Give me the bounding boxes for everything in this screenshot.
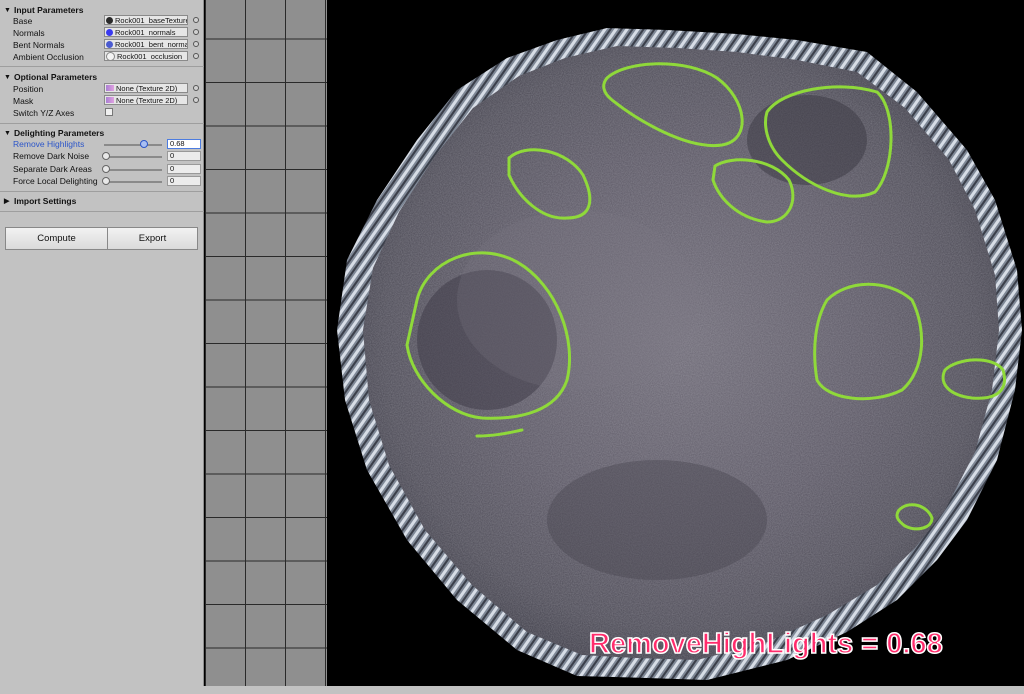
expand-triangle-icon: ▼ [4, 73, 11, 81]
mask-texture-field[interactable]: None (Texture 2D) [104, 95, 188, 105]
object-picker-icon[interactable] [193, 53, 199, 59]
ambient-occlusion-label: Ambient Occlusion [13, 52, 84, 62]
ambient-occlusion-texture-field[interactable]: Rock001_occlusion [104, 51, 188, 61]
dark-patch [547, 460, 767, 580]
separate-dark-areas-field[interactable]: 0 [167, 164, 201, 174]
base-label: Base [13, 16, 33, 26]
separate-dark-areas-slider-thumb[interactable] [102, 165, 110, 173]
light-patch [457, 210, 697, 390]
import-settings-header[interactable]: ▶ Import Settings [4, 196, 76, 206]
expand-triangle-icon: ▼ [4, 6, 11, 14]
separate-dark-areas-label: Separate Dark Areas [13, 164, 92, 174]
switch-yz-checkbox[interactable] [105, 108, 113, 116]
delighting-parameters-header[interactable]: ▼ Delighting Parameters [4, 128, 104, 138]
object-picker-icon[interactable] [193, 41, 199, 47]
texture-thumbnail-icon [106, 52, 115, 60]
normals-label: Normals [13, 28, 45, 38]
remove-highlights-field[interactable]: 0.68 [167, 139, 201, 149]
inspector-panel: ▼ Input Parameters Base Rock001_baseText… [0, 0, 204, 694]
bent-normals-texture-field[interactable]: Rock001_bent_normals [104, 39, 188, 49]
remove-highlights-caption: RemoveHighLights = 0.68 [588, 627, 943, 661]
status-strip [0, 686, 1024, 694]
separate-dark-areas-slider-track[interactable] [104, 169, 162, 171]
dark-patch [747, 95, 867, 185]
mask-label: Mask [13, 96, 34, 106]
remove-dark-noise-slider-thumb[interactable] [102, 152, 110, 160]
optional-parameters-header[interactable]: ▼ Optional Parameters [4, 72, 97, 82]
texture-thumbnail-icon [106, 40, 113, 48]
object-picker-icon[interactable] [193, 17, 199, 23]
remove-dark-noise-slider-track[interactable] [104, 156, 162, 158]
base-texture-field[interactable]: Rock001_baseTexture [104, 15, 188, 25]
object-picker-icon[interactable] [193, 85, 199, 91]
grid-background [205, 0, 327, 694]
remove-highlights-slider-track[interactable] [104, 144, 162, 146]
scene-viewport[interactable] [327, 0, 1024, 694]
position-texture-field[interactable]: None (Texture 2D) [104, 83, 188, 93]
texture-2d-icon [106, 97, 114, 103]
remove-highlights-label: Remove Highlights [13, 139, 85, 149]
section-divider [0, 66, 204, 67]
remove-dark-noise-label: Remove Dark Noise [13, 151, 90, 161]
bent-normals-label: Bent Normals [13, 40, 65, 50]
section-divider [0, 123, 204, 124]
compute-button[interactable]: Compute [5, 227, 108, 250]
force-local-delighting-slider-thumb[interactable] [102, 177, 110, 185]
texture-thumbnail-icon [106, 28, 113, 36]
input-parameters-header[interactable]: ▼ Input Parameters [4, 5, 83, 15]
expand-triangle-icon: ▼ [4, 129, 11, 137]
export-button[interactable]: Export [107, 227, 198, 250]
remove-dark-noise-field[interactable]: 0 [167, 151, 201, 161]
position-label: Position [13, 84, 44, 94]
collapse-triangle-icon: ▶ [4, 198, 10, 205]
object-picker-icon[interactable] [193, 29, 199, 35]
remove-highlights-slider-thumb[interactable] [140, 140, 148, 148]
normals-texture-field[interactable]: Rock001_normals [104, 27, 188, 37]
texture-thumbnail-icon [106, 16, 113, 24]
force-local-delighting-slider-track[interactable] [104, 181, 162, 183]
rock-texture-preview [337, 28, 1022, 680]
texture-2d-icon [106, 85, 114, 91]
section-divider [0, 211, 204, 212]
force-local-delighting-label: Force Local Delighting [13, 176, 98, 186]
section-divider [0, 191, 204, 192]
force-local-delighting-field[interactable]: 0 [167, 176, 201, 186]
object-picker-icon[interactable] [193, 97, 199, 103]
switch-yz-label: Switch Y/Z Axes [13, 108, 75, 118]
